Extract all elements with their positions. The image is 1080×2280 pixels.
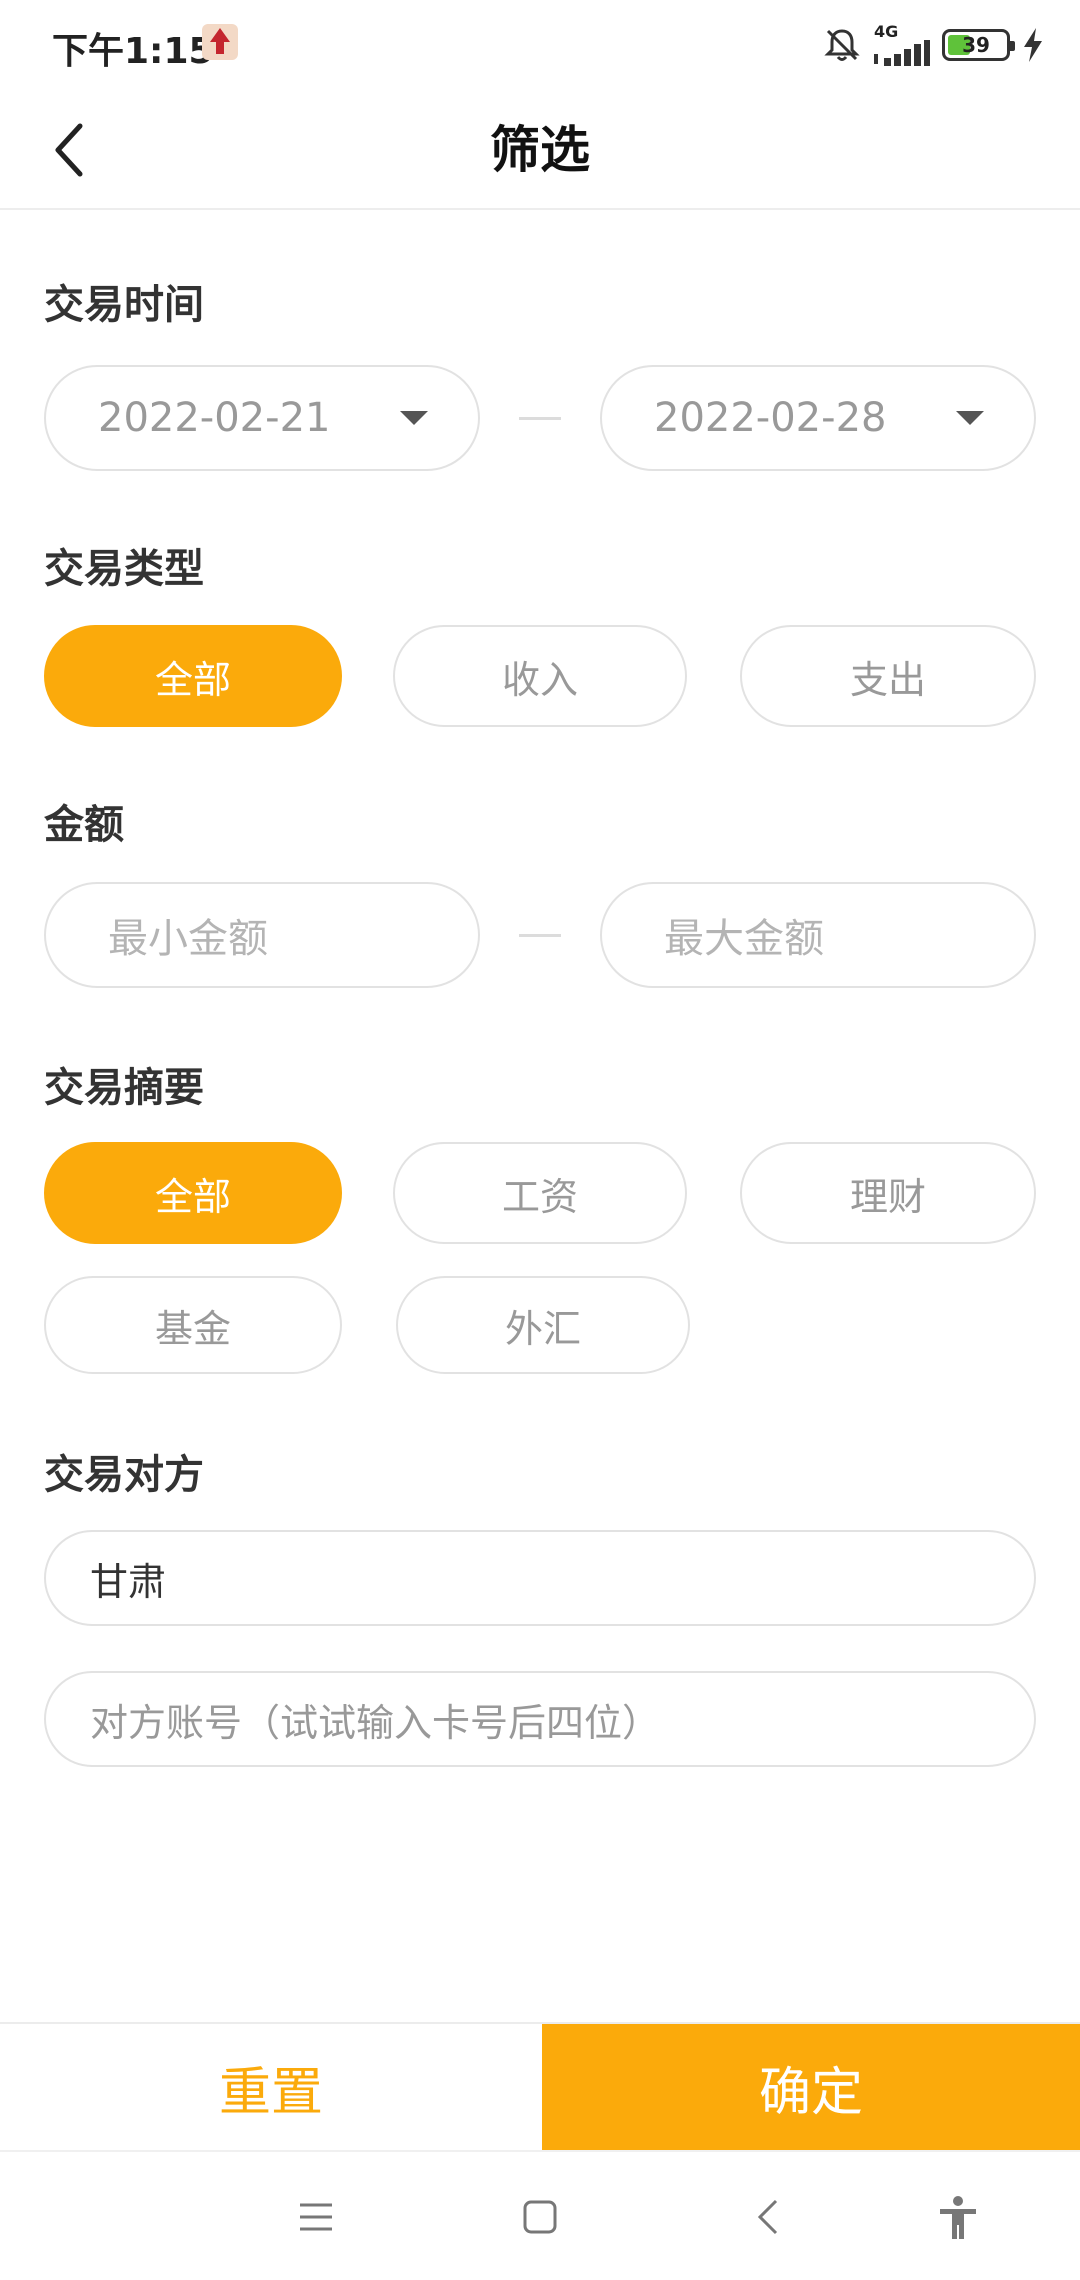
type-option-expense[interactable]: 支出 [740,625,1036,727]
transaction-type-label: 交易类型 [44,546,204,592]
accessibility-icon [940,2196,976,2239]
type-option-all[interactable]: 全部 [44,625,342,727]
counterparty-name-value: 甘肃 [90,1559,167,1604]
summary-option-salary[interactable]: 工资 [393,1142,687,1244]
max-amount-input[interactable]: 最大金额 [600,882,1036,988]
counterparty-label: 交易对方 [44,1452,204,1498]
end-date-select[interactable]: 2022-02-28 [600,365,1036,471]
bottom-action-bar: 重置 确定 [0,2022,1080,2150]
system-nav-bar [0,2150,1080,2280]
min-amount-placeholder: 最小金额 [108,916,268,962]
page-header: 筛选 [0,90,1080,210]
network-type: 4G [874,22,899,41]
status-bar: 下午1:15 4G 39 [0,0,1080,90]
filter-page: 下午1:15 4G 39 筛选 交易时间 2022-02-21 2022-02-… [0,0,1080,2280]
start-date-value: 2022-02-21 [98,395,331,441]
signal-icon [874,40,930,66]
status-time: 下午1:15 [52,31,214,72]
nav-back-button[interactable] [728,2177,808,2257]
nav-accessibility-button[interactable] [918,2177,998,2257]
type-option-income[interactable]: 收入 [393,625,687,727]
summary-option-wealth[interactable]: 理财 [740,1142,1036,1244]
battery-indicator: 39 [942,29,1015,61]
end-date-value: 2022-02-28 [654,395,887,441]
confirm-button[interactable]: 确定 [542,2024,1080,2150]
status-icons: 4G 39 [822,20,1044,70]
summary-label: 交易摘要 [44,1065,204,1111]
amount-label: 金额 [44,802,124,848]
counterparty-account-input[interactable]: 对方账号（试试输入卡号后四位） [44,1671,1036,1767]
chevron-left-icon [55,123,83,177]
caret-down-icon [956,411,984,425]
reset-button[interactable]: 重置 [0,2024,542,2150]
transaction-time-label: 交易时间 [44,282,204,328]
app-notification-icon [202,24,238,60]
start-date-select[interactable]: 2022-02-21 [44,365,480,471]
summary-option-all[interactable]: 全部 [44,1142,342,1244]
charging-bolt-icon [1024,28,1042,62]
page-title: 筛选 [490,121,590,179]
caret-down-icon [400,411,428,425]
summary-option-forex[interactable]: 外汇 [396,1276,690,1374]
mute-bell-icon [824,29,860,61]
home-square-icon [523,2200,557,2234]
min-amount-input[interactable]: 最小金额 [44,882,480,988]
max-amount-placeholder: 最大金额 [664,916,824,962]
menu-icon [300,2203,332,2231]
nav-home-button[interactable] [500,2177,580,2257]
summary-option-fund[interactable]: 基金 [44,1276,342,1374]
counterparty-account-placeholder: 对方账号（试试输入卡号后四位） [90,1700,661,1745]
date-range-separator [519,417,561,420]
nav-menu-button[interactable] [276,2177,356,2257]
amount-range-separator [519,934,561,937]
nav-back-icon [757,2199,778,2235]
back-button[interactable] [30,110,110,190]
battery-level: 39 [962,33,990,57]
counterparty-name-input[interactable]: 甘肃 [44,1530,1036,1626]
